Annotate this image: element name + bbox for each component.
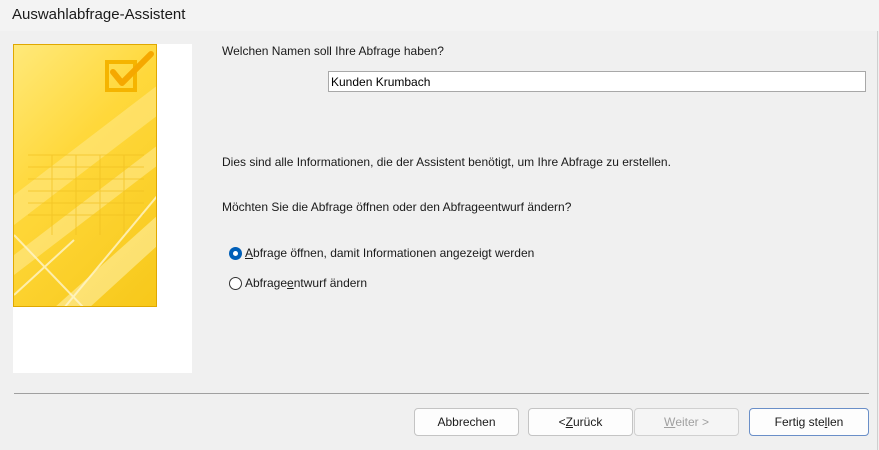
open-or-modify-question: Möchten Sie die Abfrage öffnen oder den … [222,200,572,214]
wizard-side-panel [13,44,192,373]
finish-button[interactable]: Fertig ste l len [749,408,869,436]
title-bar[interactable]: Auswahlabfrage-Assistent [0,0,879,31]
next-button[interactable]: Weiter > [634,408,739,436]
info-text: Dies sind alle Informationen, die der As… [222,155,671,169]
query-name-input[interactable] [328,71,866,92]
button-separator [14,393,869,394]
window-title: Auswahlabfrage-Assistent [12,6,186,23]
radio-open-query[interactable] [229,246,242,260]
query-wizard-graphic-icon [14,51,156,306]
radio-modify-design[interactable] [229,276,242,290]
option-open-query-label: Abfrage öffnen, damit Informationen ange… [245,246,535,260]
cancel-button[interactable]: Abbrechen [414,408,519,436]
back-button[interactable]: < Zurück [528,408,633,436]
option-open-query[interactable]: Abfrage öffnen, damit Informationen ange… [229,244,534,262]
wizard-illustration [13,44,157,307]
option-modify-design[interactable]: Abfrageentwurf ändern [229,274,367,292]
query-name-question: Welchen Namen soll Ihre Abfrage haben? [222,44,444,58]
option-modify-design-label: Abfrageentwurf ändern [245,276,368,290]
